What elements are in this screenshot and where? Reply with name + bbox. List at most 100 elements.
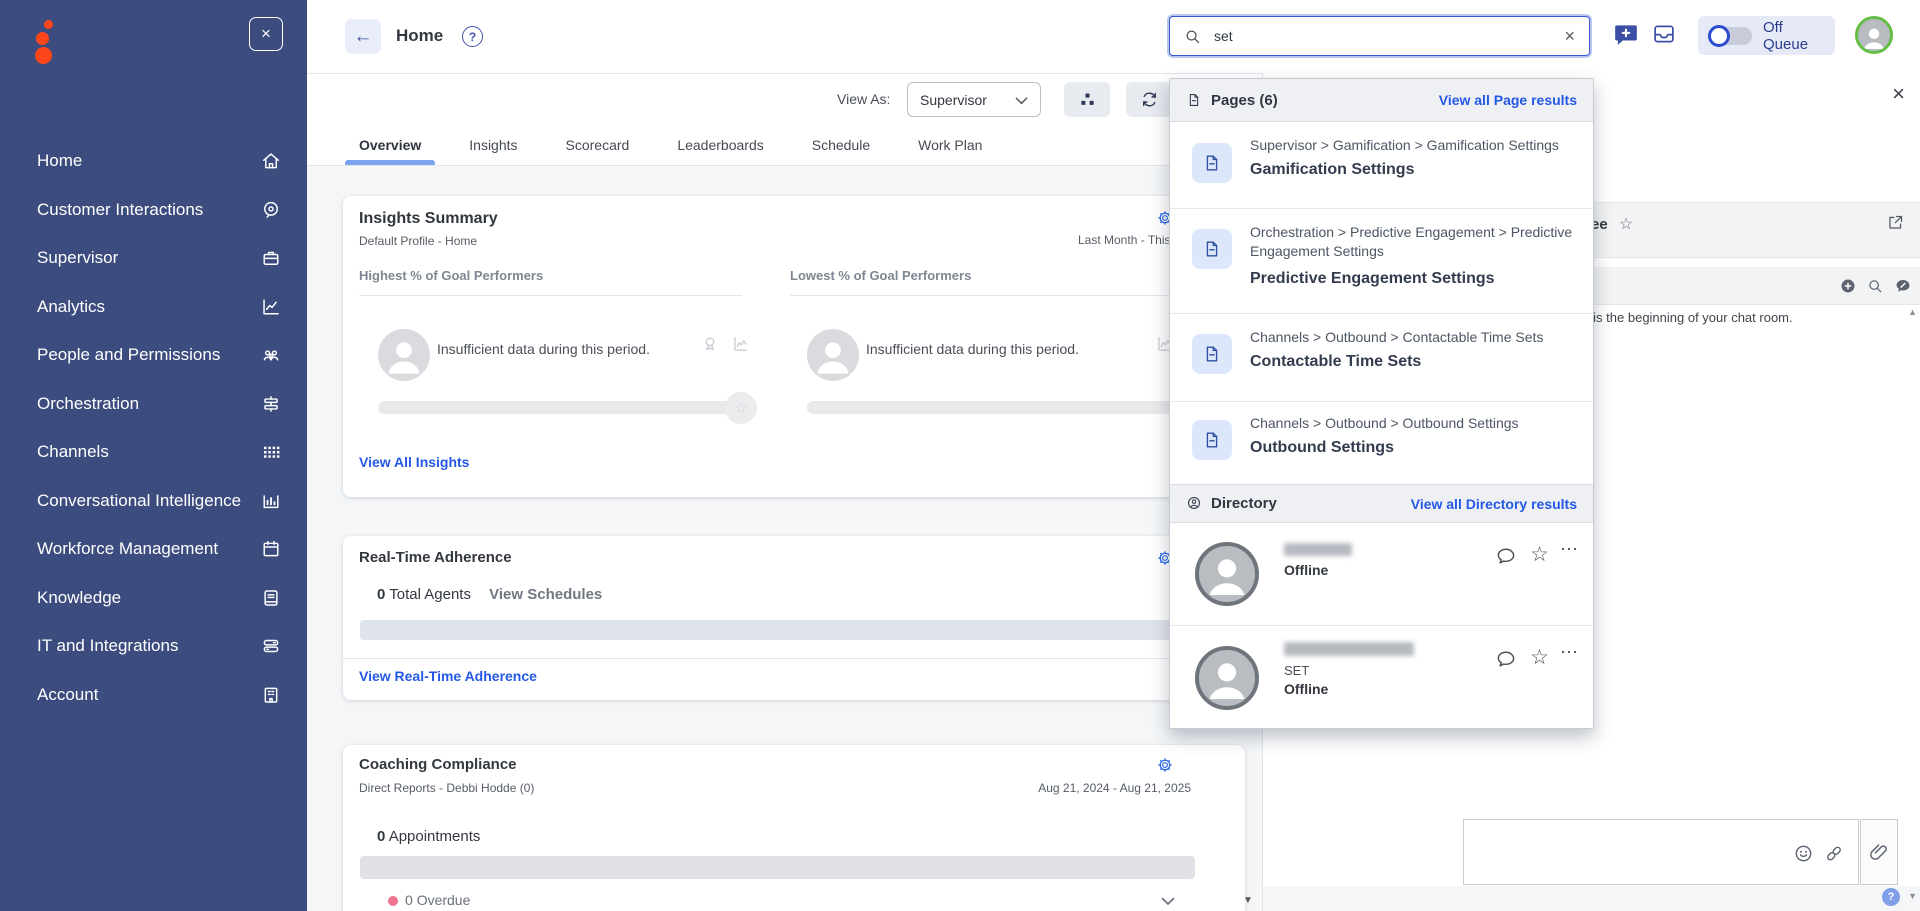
sidebar-item-supervisor[interactable]: Supervisor [0, 234, 307, 283]
search-chat-icon[interactable] [1866, 277, 1884, 295]
refresh-button[interactable] [1126, 82, 1172, 117]
help-icon[interactable]: ? [462, 26, 483, 47]
external-link-icon[interactable] [1886, 213, 1905, 232]
inbox-icon[interactable] [1651, 21, 1677, 47]
total-agents-count: 0 [377, 586, 385, 603]
sidebar-item-label: Channels [37, 442, 109, 462]
result-breadcrumb: Orchestration > Predictive Engagement > … [1250, 223, 1575, 261]
view-all-insights-link[interactable]: View All Insights [359, 454, 469, 470]
server-stack-icon [260, 635, 282, 657]
placeholder-avatar [807, 329, 859, 381]
tab-scorecard[interactable]: Scorecard [552, 134, 644, 165]
progress-bar [378, 401, 742, 414]
chat-bubble-icon[interactable] [1495, 545, 1517, 567]
view-schedules-link[interactable]: View Schedules [489, 586, 602, 603]
sidebar-item-orchestration[interactable]: Orchestration [0, 380, 307, 429]
queue-toggle[interactable] [1710, 27, 1752, 45]
scroll-down-icon[interactable]: ▼ [1243, 895, 1253, 906]
briefcase-icon [260, 247, 282, 269]
queue-status-label: Off Queue [1763, 19, 1823, 53]
search-input[interactable] [1212, 27, 1550, 45]
chat-bubble-icon[interactable] [1495, 648, 1517, 670]
tab-overview[interactable]: Overview [345, 134, 435, 165]
sidebar-item-knowledge[interactable]: Knowledge [0, 574, 307, 623]
directory-entry[interactable]: Offline ☆ ⋯ [1170, 523, 1593, 626]
queue-status-pill[interactable]: Off Queue [1698, 16, 1835, 55]
toggle-knob [1708, 25, 1730, 47]
gear-icon[interactable] [1156, 756, 1174, 774]
favorite-star-icon[interactable]: ☆ [1530, 645, 1549, 670]
view-as-select[interactable]: Supervisor [907, 82, 1041, 117]
main-content: View As: Supervisor Overview Insights Sc… [307, 73, 1262, 911]
sidebar-item-label: Orchestration [37, 394, 139, 414]
sidebar-item-customer-interactions[interactable]: Customer Interactions [0, 186, 307, 235]
insufficient-data-message: Insufficient data during this period. [866, 341, 1079, 357]
sidebar-item-conversational-intelligence[interactable]: Conversational Intelligence [0, 477, 307, 526]
chat-message-input[interactable] [1463, 819, 1859, 885]
close-icon: × [261, 24, 271, 44]
tab-bar: Overview Insights Scorecard Leaderboards… [345, 134, 996, 165]
sidebar-item-label: Supervisor [37, 248, 118, 268]
result-breadcrumb: Supervisor > Gamification > Gamification… [1250, 136, 1575, 155]
sidebar-item-analytics[interactable]: Analytics [0, 283, 307, 332]
sidebar-item-label: Knowledge [37, 588, 121, 608]
sidebar-close-button[interactable]: × [249, 17, 283, 51]
back-arrow-icon: ← [354, 26, 373, 48]
favorite-star-icon[interactable]: ☆ [1530, 542, 1549, 567]
view-all-directory-link[interactable]: View all Directory results [1411, 496, 1577, 512]
panel-close-icon[interactable]: × [1892, 81, 1905, 107]
tab-schedule[interactable]: Schedule [798, 134, 884, 165]
sidebar-item-label: Account [37, 685, 98, 705]
coaching-compliance-card: Coaching Compliance Direct Reports - Deb… [343, 745, 1245, 911]
avatar [1195, 646, 1259, 710]
appointments-count: 0 [377, 828, 385, 845]
new-message-icon[interactable] [1894, 277, 1912, 295]
link-icon[interactable] [1823, 843, 1845, 864]
search-result-predictive-engagement-settings[interactable]: Orchestration > Predictive Engagement > … [1170, 209, 1593, 314]
clear-search-icon[interactable]: × [1564, 26, 1575, 47]
chevron-down-icon[interactable] [1161, 893, 1175, 911]
widget-title: Insights Summary [359, 210, 498, 228]
sidebar-item-workforce-management[interactable]: Workforce Management [0, 525, 307, 574]
widget-subtitle: Default Profile - Home [359, 234, 477, 248]
search-results-dropdown: Pages (6) View all Page results Supervis… [1169, 78, 1594, 729]
widget-title: Coaching Compliance [359, 756, 517, 773]
refresh-icon [1139, 89, 1160, 110]
feedback-chat-plus-icon[interactable] [1613, 21, 1639, 47]
sidebar-item-it-integrations[interactable]: IT and Integrations [0, 622, 307, 671]
pages-section-header: Pages (6) View all Page results [1170, 79, 1593, 122]
tab-insights[interactable]: Insights [455, 134, 531, 165]
emoji-icon[interactable] [1793, 843, 1814, 864]
tab-leaderboards[interactable]: Leaderboards [663, 134, 777, 165]
sidebar-item-channels[interactable]: Channels [0, 428, 307, 477]
search-result-gamification-settings[interactable]: Supervisor > Gamification > Gamification… [1170, 122, 1593, 209]
trend-chart-icon [731, 334, 751, 354]
directory-entry[interactable]: SET Offline ☆ ⋯ [1170, 626, 1593, 728]
presence-status: Offline [1284, 681, 1328, 697]
scroll-up-icon[interactable]: ▲ [1908, 307, 1917, 317]
sidebar-item-people-permissions[interactable]: People and Permissions [0, 331, 307, 380]
star-icon: ☆ [734, 399, 747, 417]
search-result-outbound-settings[interactable]: Channels > Outbound > Outbound Settings … [1170, 402, 1593, 484]
sidebar-item-home[interactable]: Home [0, 137, 307, 186]
more-options-icon[interactable]: ⋯ [1560, 642, 1579, 663]
view-all-pages-link[interactable]: View all Page results [1439, 92, 1577, 108]
attach-file-button[interactable] [1860, 819, 1898, 885]
help-bubble-icon[interactable]: ? [1882, 888, 1900, 906]
favorite-star-icon[interactable]: ☆ [1619, 214, 1633, 234]
sidebar-item-account[interactable]: Account [0, 671, 307, 720]
page-document-icon [1192, 420, 1232, 460]
sidebar-nav: Home Customer Interactions Supervisor An… [0, 137, 307, 719]
progress-knob: ☆ [725, 392, 757, 424]
more-options-icon[interactable]: ⋯ [1560, 539, 1579, 560]
back-button[interactable]: ← [345, 19, 381, 54]
redacted-name [1284, 543, 1352, 556]
view-real-time-adherence-link[interactable]: View Real-Time Adherence [359, 668, 537, 684]
tab-work-plan[interactable]: Work Plan [904, 134, 996, 165]
home-icon [260, 150, 282, 172]
add-participant-icon[interactable] [1839, 277, 1857, 295]
search-result-contactable-time-sets[interactable]: Channels > Outbound > Contactable Time S… [1170, 314, 1593, 402]
user-avatar[interactable] [1855, 16, 1893, 54]
org-view-button[interactable] [1064, 82, 1110, 117]
scroll-down-icon[interactable]: ▼ [1908, 891, 1917, 901]
